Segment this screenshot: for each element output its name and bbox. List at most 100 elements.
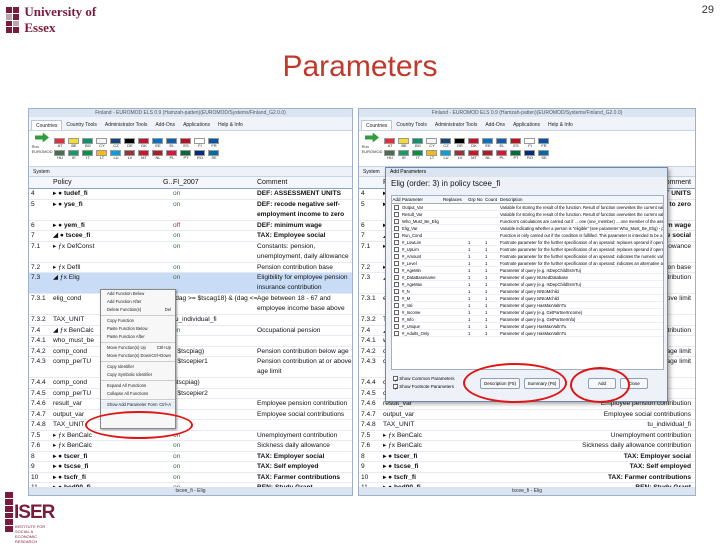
add-cell[interactable] (392, 253, 401, 259)
flag-it[interactable]: IT (82, 149, 94, 160)
show-common-option[interactable]: ✓ Show Common Parameters (393, 375, 455, 383)
add-cell[interactable] (392, 281, 401, 287)
row-value[interactable]: on (173, 231, 257, 241)
table-row[interactable]: 7.4.8 TAX_UNIT tu_individual_fi (359, 420, 695, 431)
menu-item[interactable]: Copy Identifier (101, 363, 175, 371)
parameter-row[interactable]: #_AgeMax 1 1 Parameter of query {e.g. IsDep… (392, 281, 663, 288)
header-system[interactable]: FI_2007 (173, 177, 257, 188)
flag-it[interactable]: IT (412, 149, 424, 160)
add-cell[interactable] (392, 288, 401, 294)
add-checkbox[interactable] (394, 212, 399, 217)
add-cell[interactable] (392, 274, 401, 280)
table-row[interactable]: 7.4.5 comp_perTU * $tscepier2 (29, 389, 352, 399)
add-checkbox[interactable] (394, 261, 399, 266)
row-value[interactable]: on (173, 326, 257, 336)
flag-nl[interactable]: NL (482, 149, 494, 160)
show-footnote-checkbox[interactable]: ✓ (393, 384, 398, 391)
add-cell[interactable] (392, 246, 401, 252)
add-checkbox[interactable] (394, 324, 399, 329)
flag-lu[interactable]: LU (110, 149, 122, 160)
flag-de[interactable]: DE (124, 137, 136, 148)
row-value[interactable]: on (173, 263, 257, 273)
add-cell[interactable] (392, 218, 401, 224)
table-row[interactable]: 9 ▸ ● tscse_fi on TAX: Self employed (29, 462, 352, 473)
parameter-row[interactable]: #_Income 1 1 Parameter of query {e.g. GetPa… (392, 309, 663, 316)
add-checkbox[interactable] (394, 317, 399, 322)
col-count[interactable]: Count (485, 196, 500, 203)
table-row[interactable]: 6 ▸ ● yem_fi off DEF: minimum wage (29, 221, 352, 231)
flag-pl[interactable]: PL (496, 149, 508, 160)
run-euromod-button[interactable]: Run EUROMOD (32, 132, 52, 165)
flag-be[interactable]: BE (68, 137, 80, 148)
add-cell[interactable] (392, 260, 401, 266)
parameter-row[interactable]: #_Info 1 1 Parameter of query {e.g. GetPart… (392, 316, 663, 323)
add-checkbox[interactable] (394, 254, 399, 259)
flag-el[interactable]: EL (166, 137, 178, 148)
row-value[interactable]: {dag >= $tscag18} & {dag <= $tscag67} (173, 294, 257, 314)
add-checkbox[interactable] (394, 240, 399, 245)
row-value[interactable]: on (173, 200, 257, 220)
add-cell[interactable] (392, 232, 401, 238)
menu-item[interactable]: Add Function After (101, 298, 175, 306)
add-checkbox[interactable] (394, 275, 399, 280)
add-checkbox[interactable] (394, 296, 399, 301)
row-value[interactable]: on (173, 273, 257, 293)
parameter-row[interactable]: #_AgeMin 1 1 Parameter of query {e.g. IsDep… (392, 267, 663, 274)
table-row[interactable]: 8 ▸ ● tscer_fi on TAX: Employer social (29, 452, 352, 462)
parameter-row[interactable]: #_DataBasename 1 1 Parameter of query IsUse… (392, 274, 663, 281)
table-row[interactable]: 7.3.1 elig_cond {dag >= $tscag18} & {dag … (29, 294, 352, 315)
flag-el[interactable]: EL (496, 137, 508, 148)
add-checkbox[interactable] (394, 233, 399, 238)
parameter-row[interactable]: #_Level 1 1 Footnote parameter for the furt… (392, 260, 663, 267)
flag-cz[interactable]: CZ (440, 137, 452, 148)
add-cell[interactable] (392, 239, 401, 245)
table-row[interactable]: 7.4.2 comp_cond * $tscpiag) Pension contri… (29, 347, 352, 357)
ribbon-tab[interactable]: Administrator Tools (431, 120, 481, 130)
col-replaces[interactable]: Replaces (443, 196, 468, 203)
flag-se[interactable]: SE (538, 149, 550, 160)
add-cell[interactable] (392, 330, 401, 336)
header-comment[interactable]: Comment (257, 177, 352, 188)
ribbon-tab[interactable]: Applications (179, 120, 214, 130)
add-checkbox[interactable] (394, 310, 399, 315)
flag-fr[interactable]: FR (208, 137, 220, 148)
ribbon-tab[interactable]: Countries (31, 120, 63, 130)
flag-cy[interactable]: CY (426, 137, 438, 148)
flag-at[interactable]: AT (54, 137, 66, 148)
col-add[interactable]: Add (392, 196, 401, 203)
flag-mt[interactable]: MT (468, 149, 480, 160)
add-cell[interactable] (392, 225, 401, 231)
add-checkbox[interactable] (394, 219, 399, 224)
table-row[interactable]: 10 ▸ ● tscfr_fi TAX: Farmer contributions (359, 473, 695, 483)
show-footnote-option[interactable]: ✓ Show Footnote Parameters (393, 383, 455, 391)
row-value[interactable]: tu_individual_fi (173, 315, 257, 325)
flag-lt[interactable]: LT (426, 149, 438, 160)
menu-item[interactable]: Expand All Functions (101, 382, 175, 390)
parameter-row[interactable]: #_Adults_Only 1 1 Parameter of query HasMax… (392, 330, 663, 337)
flag-ie[interactable]: IE (68, 149, 80, 160)
add-checkbox[interactable] (394, 303, 399, 308)
add-cell[interactable] (392, 211, 401, 217)
run-euromod-button-right[interactable]: Run EUROMOD (362, 132, 382, 165)
table-row[interactable]: 7.4 ◢ ƒx BenCalconOccupational pension c… (29, 326, 352, 336)
ribbon-tab[interactable]: Countries (361, 120, 393, 130)
row-value[interactable]: * $tscpiag) (173, 347, 257, 357)
menu-item[interactable]: Move Function(s) Up Ctrl+Up (101, 344, 175, 352)
menu-item[interactable]: Show Add Parameter Form Ctrl+A (101, 401, 175, 409)
parameter-row[interactable]: Elig_Var Variable indicating whether a pe… (392, 225, 663, 232)
table-row[interactable]: 7.4.6 result_var Employee pension contrib… (29, 399, 352, 410)
add-cell[interactable] (392, 302, 401, 308)
row-value[interactable]: on (173, 189, 257, 199)
show-common-checkbox[interactable]: ✓ (393, 376, 398, 383)
table-row[interactable]: 7.6 ▸ ƒx BenCalc Sickness daily allowance… (359, 441, 695, 452)
flag-bg[interactable]: BG (412, 137, 424, 148)
row-value[interactable]: * $tscepier1 (173, 357, 257, 377)
parameter-row[interactable]: Who_Must_Be_Elig Function's calculations … (392, 218, 663, 225)
add-cell[interactable] (392, 309, 401, 315)
parameter-row[interactable]: #_Unique 1 1 Parameter of query HasMaxValIn… (392, 323, 663, 330)
ribbon-tab[interactable]: Add-Ons (151, 120, 179, 130)
col-description[interactable]: Description (500, 196, 663, 203)
ribbon-tab[interactable]: Help & Info (214, 120, 247, 130)
add-checkbox[interactable] (394, 282, 399, 287)
ribbon-tab[interactable]: Applications (509, 120, 544, 130)
